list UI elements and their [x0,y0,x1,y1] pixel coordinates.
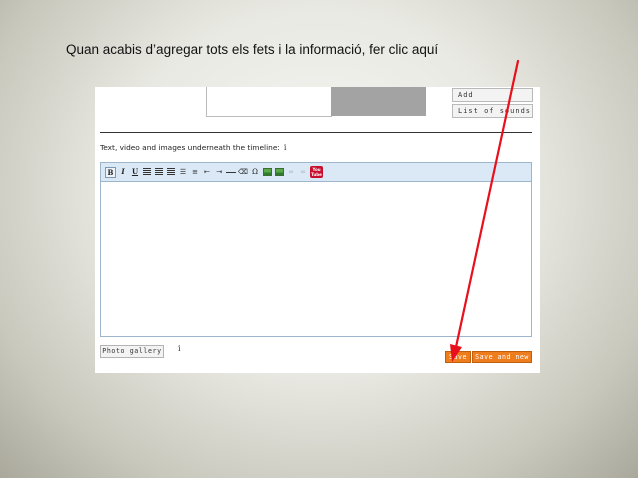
italic-icon[interactable]: I [118,167,128,177]
gallery-info-icon[interactable]: i [178,344,181,353]
section-divider [100,132,532,133]
horizontal-rule-icon[interactable] [226,167,236,177]
save-button[interactable]: Save [445,351,471,363]
add-button[interactable]: Add [452,88,533,102]
timeline-preview-gray [331,87,426,116]
image-icon[interactable] [262,167,272,177]
instruction-text: Quan acabis d’agregar tots els fets i la… [66,42,439,57]
align-right-icon[interactable] [166,167,176,177]
section-label-text: Text, video and images underneath the ti… [100,143,280,152]
bold-icon[interactable]: B [105,166,116,178]
list-of-sounds-button[interactable]: List of sounds [452,104,533,118]
save-and-new-button[interactable]: Save and new [472,351,532,363]
editor-toolbar: B I U ☰ ≡ ⇤ ⇥ ⌫ Ω ∞ ∞ You Tube [101,163,531,182]
unlink-icon[interactable]: ∞ [298,167,308,177]
link-icon[interactable]: ∞ [286,167,296,177]
omega-icon[interactable]: Ω [250,167,260,177]
timeline-preview-white [206,87,332,117]
info-icon[interactable]: i [284,143,287,152]
image-add-icon[interactable] [274,167,284,177]
align-left-icon[interactable] [142,167,152,177]
editor-screenshot: Add List of sounds Text, video and image… [95,87,540,373]
underline-icon[interactable]: U [130,167,140,177]
align-center-icon[interactable] [154,167,164,177]
indent-icon[interactable]: ⇥ [214,167,224,177]
outdent-icon[interactable]: ⇤ [202,167,212,177]
eraser-icon[interactable]: ⌫ [238,167,248,177]
numbered-list-icon[interactable]: ≡ [190,167,200,177]
section-label: Text, video and images underneath the ti… [100,143,286,152]
rich-text-editor[interactable]: B I U ☰ ≡ ⇤ ⇥ ⌫ Ω ∞ ∞ You Tube [100,162,532,337]
youtube-icon[interactable]: You Tube [310,166,323,178]
photo-gallery-button[interactable]: Photo gallery [100,345,164,358]
bullet-list-icon[interactable]: ☰ [178,167,188,177]
